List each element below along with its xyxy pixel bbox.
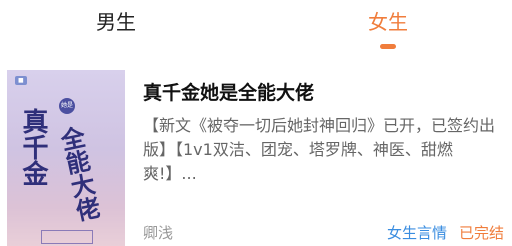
cover-title-art-2: 全能大佬 [54,123,103,224]
cover-title-art-1: 真千金 [18,108,48,186]
book-description: 【新文《被夺一切后她封神回归》已开，已签约出版】【1v1双洁、团宠、塔罗牌、神医… [143,116,496,183]
book-category[interactable]: 女生言情 [387,223,447,243]
book-author[interactable]: 卿浅 [143,223,173,243]
cover-badge: 她是 [59,98,75,114]
book-cover[interactable]: ■ 她是 真千金 全能大佬 [7,70,125,246]
active-tab-indicator [380,44,396,49]
tab-female[interactable]: 女生 [368,8,408,36]
tab-male[interactable]: 男生 [96,8,136,36]
cover-decoration [41,230,93,244]
book-title[interactable]: 真千金她是全能大佬 [143,80,314,106]
book-status: 已完结 [459,224,505,242]
gender-tabs: 男生 女生 [0,0,512,56]
book-card[interactable]: ■ 她是 真千金 全能大佬 真千金她是全能大佬 【新文《被夺一切后她封神回归》已… [0,58,512,246]
publisher-logo: ■ [15,76,27,85]
